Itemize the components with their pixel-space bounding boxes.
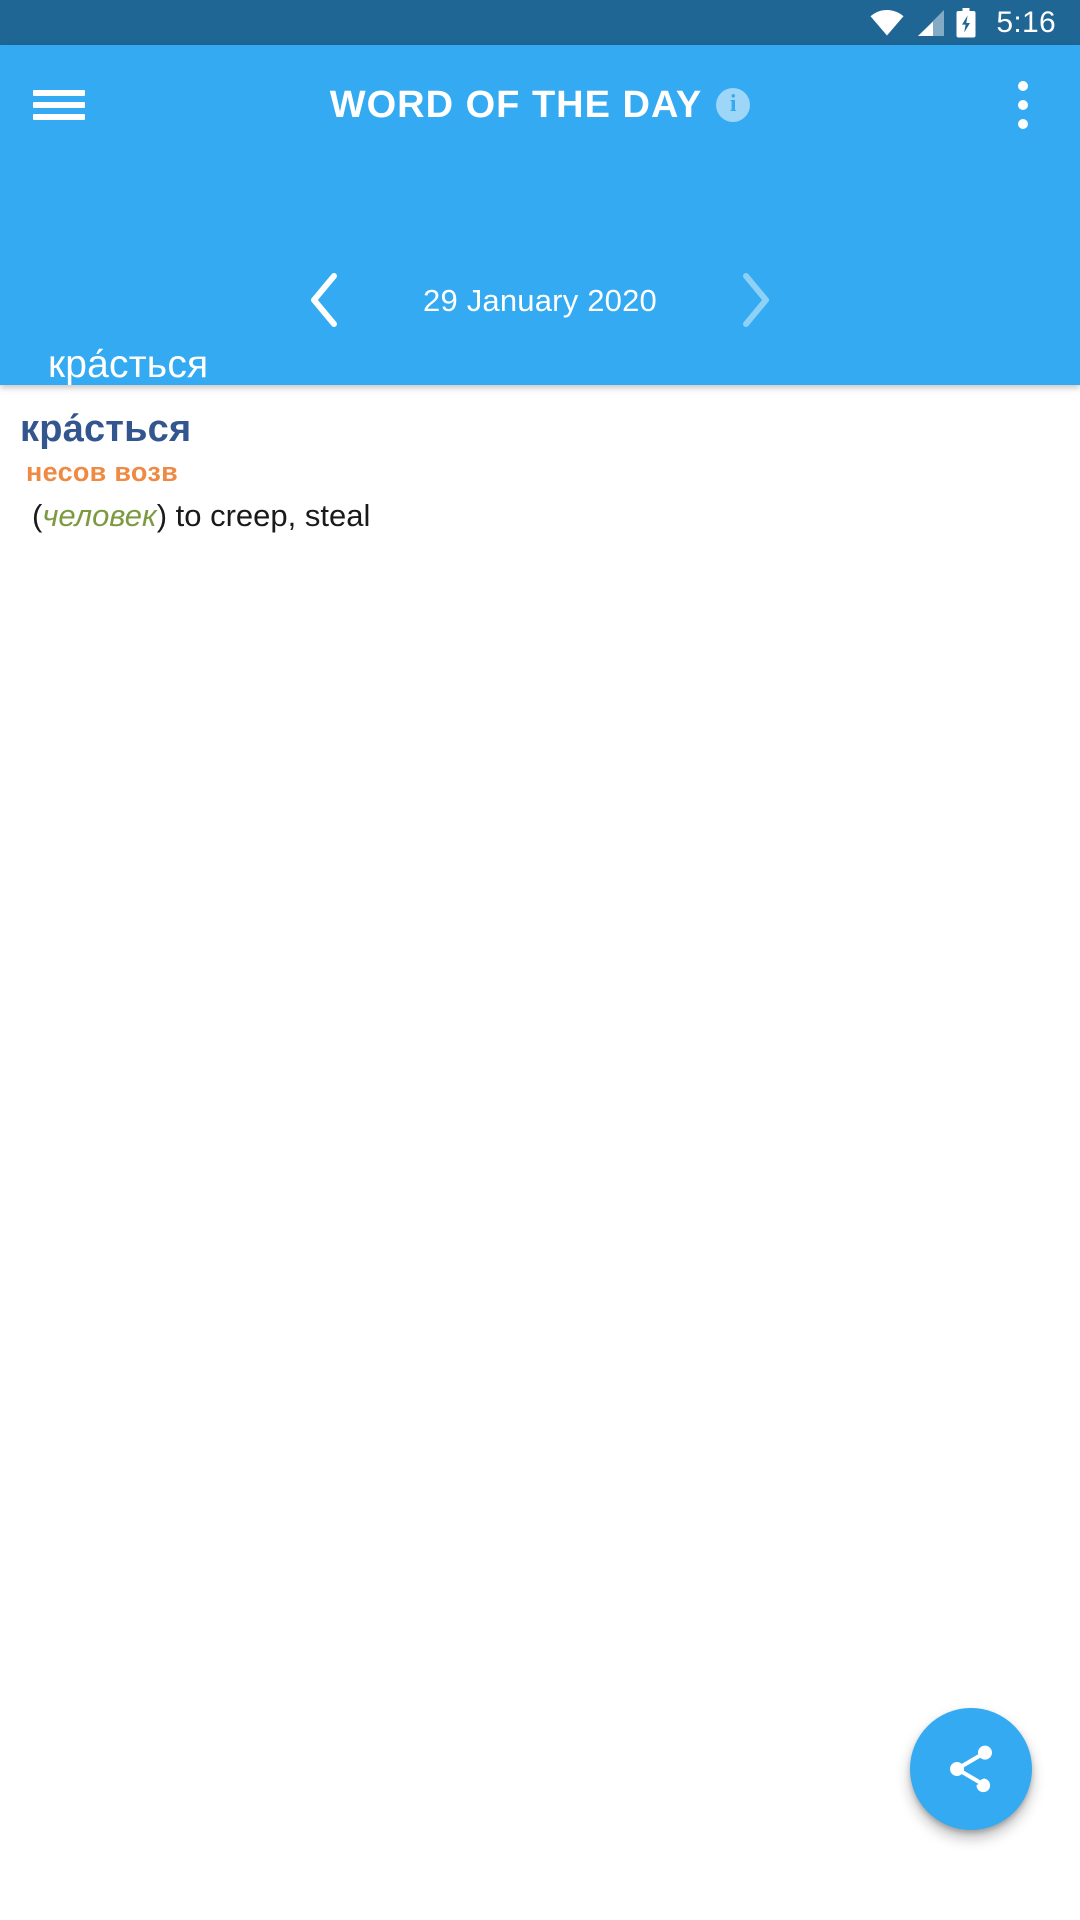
sense-close-paren: ) — [156, 497, 168, 533]
hamburger-bar — [33, 114, 85, 120]
page-title: WORD OF THE DAY — [329, 84, 703, 126]
dictionary-entry-content: кра́сться несов возв (человек) to creep,… — [0, 385, 1080, 1920]
entry-sense: (человек) to creep, steal — [32, 497, 1060, 536]
previous-day-button[interactable] — [285, 261, 363, 339]
info-icon[interactable]: i — [716, 88, 751, 122]
date-navigator: 29 January 2020 — [0, 255, 1080, 345]
current-date-label[interactable]: 29 January 2020 — [423, 285, 657, 316]
app-screen: 5:16 WORD OF THE DAY i 29 January 2020 к… — [0, 0, 1080, 1920]
hamburger-menu-icon — [33, 84, 85, 126]
status-bar-icons: 5:16 — [870, 5, 1056, 39]
overflow-menu-button[interactable] — [988, 68, 1058, 142]
sense-open-paren: ( — [32, 497, 43, 533]
next-day-button[interactable] — [717, 261, 795, 339]
share-icon — [943, 1741, 999, 1797]
cellular-signal-icon — [915, 9, 945, 36]
battery-charging-icon — [956, 7, 976, 38]
sense-gloss: to creep, steal — [167, 497, 371, 533]
chevron-right-icon — [739, 272, 773, 328]
header-word-label[interactable]: кра́сться — [48, 345, 208, 384]
overflow-menu-icon — [1018, 119, 1028, 129]
wifi-icon — [870, 9, 904, 36]
hamburger-menu-button[interactable] — [22, 68, 96, 142]
action-bar: WORD OF THE DAY i — [0, 45, 1080, 165]
sense-usage-label: человек — [42, 497, 157, 533]
chevron-left-icon — [307, 272, 341, 328]
hamburger-bar — [33, 90, 85, 96]
overflow-menu-icon — [1018, 81, 1028, 91]
status-bar-clock: 5:16 — [996, 5, 1056, 39]
entry-part-of-speech: несов возв — [26, 457, 178, 488]
app-bar-title-group: WORD OF THE DAY i — [0, 86, 1080, 124]
entry-headword: кра́сться — [20, 408, 192, 450]
status-bar: 5:16 — [0, 0, 1080, 45]
overflow-menu-icon — [1018, 100, 1028, 110]
hamburger-bar — [33, 102, 85, 108]
share-fab-button[interactable] — [910, 1708, 1032, 1830]
app-header: WORD OF THE DAY i 29 January 2020 кра́ст… — [0, 45, 1080, 385]
